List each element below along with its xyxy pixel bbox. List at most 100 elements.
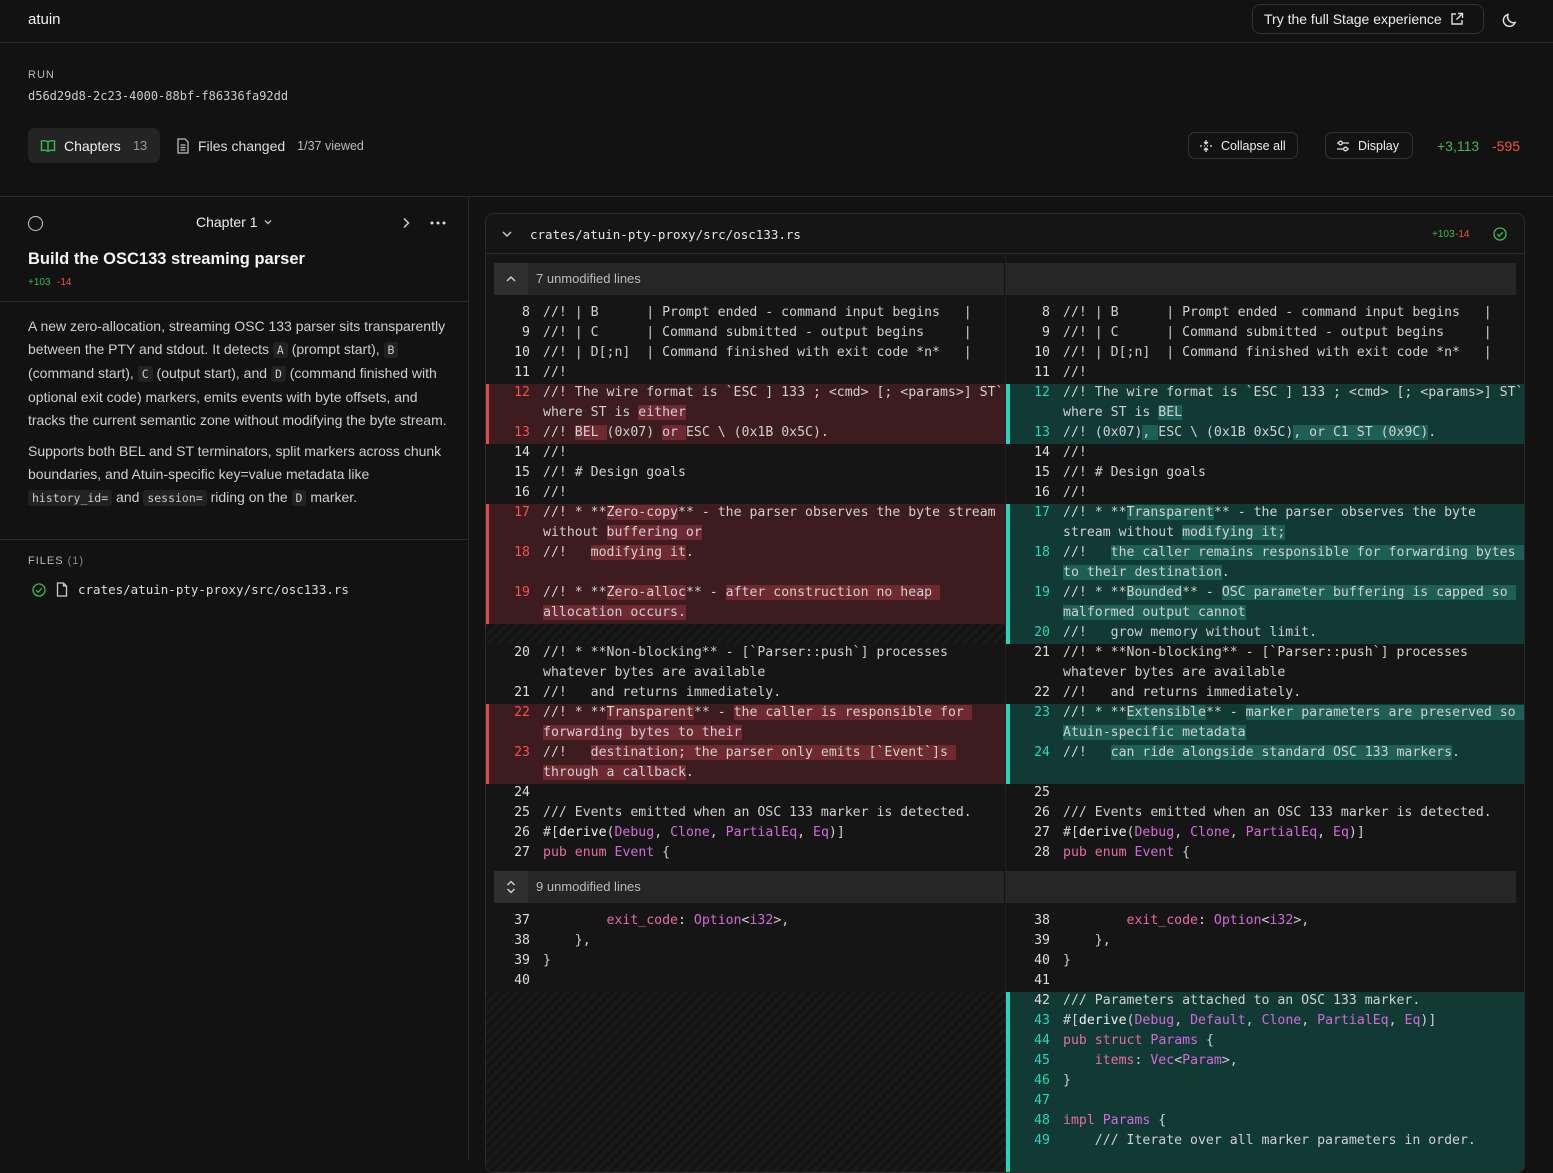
diff-line-right: 46}: [1006, 1071, 1524, 1091]
line-number: 14: [514, 445, 530, 460]
line-number: 23: [1034, 705, 1050, 720]
line-number: 16: [1034, 485, 1050, 500]
description-paragraph: A new zero-allocation, streaming OSC 133…: [28, 318, 447, 428]
line-number: 17: [1034, 505, 1050, 520]
chapter-status-circle-icon[interactable]: [28, 216, 43, 231]
tab-files-label: Files changed: [198, 137, 286, 154]
expand-up-button[interactable]: [494, 263, 528, 295]
tab-chapters[interactable]: Chapters 13: [28, 128, 160, 163]
line-number: 11: [514, 365, 530, 380]
line-number: 38: [514, 933, 530, 948]
diff-file-header[interactable]: crates/atuin-pty-proxy/src/osc133.rs +10…: [486, 214, 1524, 254]
diff-line-left: allocation occurs.: [486, 603, 1005, 623]
line-number: 15: [1034, 465, 1050, 480]
try-stage-label: Try the full Stage experience: [1264, 11, 1442, 27]
diff-line-right: 39 },: [1006, 931, 1524, 951]
code-text: //! * **Non-blocking** - [`Parser::push`…: [1063, 645, 1468, 660]
chapter-deletions: -14: [57, 277, 72, 288]
empty-line-filler: [486, 624, 1005, 644]
viewed-check-icon[interactable]: [1493, 227, 1507, 241]
external-link-icon: [1450, 12, 1463, 25]
code-text: #[derive(Debug, Default, Clone, PartialE…: [1063, 1013, 1437, 1028]
line-number: 16: [514, 485, 530, 500]
diff-line-right: where ST is BEL: [1006, 403, 1524, 423]
line-number: 24: [514, 785, 530, 800]
display-label: Display: [1358, 138, 1399, 153]
diff-line-left: 38 },: [486, 931, 1005, 951]
code-text: }: [1063, 1073, 1071, 1088]
code-text: //! * **Non-blocking** - [`Parser::push`…: [543, 645, 948, 660]
line-number: 14: [1034, 445, 1050, 460]
line-number: 49: [1034, 1133, 1050, 1148]
code-text: //! grow memory without limit.: [1063, 625, 1318, 640]
total-deletions: -595: [1492, 138, 1521, 154]
run-label: RUN: [28, 69, 55, 81]
code-text: //!: [543, 485, 567, 500]
unmodified-lines-fold-right: [1006, 263, 1516, 295]
chevron-down-icon[interactable]: [501, 228, 513, 240]
diff-line-left: 22 //! * **Transparent** - the caller is …: [486, 703, 1005, 723]
line-number: 23: [514, 745, 530, 760]
diff-line-left: 23 //! destination; the parser only emits…: [486, 743, 1005, 763]
code-text: //! The wire format is `ESC ] 133 ; <cmd…: [1063, 385, 1524, 400]
line-number: 10: [514, 345, 530, 360]
code-text: where ST is either: [543, 405, 686, 420]
line-number: 8: [1042, 305, 1050, 320]
diff-line-right: 27 #[derive(Debug, Clone, PartialEq, Eq)]: [1006, 823, 1524, 843]
line-number: 13: [514, 425, 530, 440]
collapse-all-button[interactable]: Collapse all: [1188, 132, 1298, 159]
brand-logo[interactable]: atuin: [28, 11, 61, 28]
diff-line-right: 49 /// Iterate over all marker parameter…: [1006, 1131, 1524, 1151]
diff-line-left: 13 //! BEL (0x07) or ESC \ (0x1B 0x5C).: [486, 423, 1005, 443]
chapter-selector[interactable]: Chapter 1: [196, 214, 273, 230]
chevron-right-icon[interactable]: [399, 216, 413, 230]
chapter-additions: +103: [28, 277, 51, 288]
chapter-title: Build the OSC133 streaming parser: [28, 250, 305, 268]
collapse-icon: [1200, 139, 1212, 152]
line-number: 40: [1034, 953, 1050, 968]
diff-line-right: 9 //! | C | Command submitted - output be…: [1006, 323, 1524, 343]
try-stage-button[interactable]: Try the full Stage experience: [1252, 4, 1484, 34]
expand-button[interactable]: [494, 871, 528, 903]
diff-line-left: 12 //! The wire format is `ESC ] 133 ; <c…: [486, 383, 1005, 403]
diff-line-right: 17 //! * **Transparent** - the parser obs…: [1006, 503, 1524, 523]
code-text: //!: [1063, 445, 1087, 460]
tab-chapters-count: 13: [132, 138, 148, 153]
code-text: //! | D[;n] | Command finished with exit…: [1063, 345, 1492, 360]
diff-line-right: 48 impl Params {: [1006, 1111, 1524, 1131]
diff-line-right: 23 //! * **Extensible** - marker paramete…: [1006, 703, 1524, 723]
display-button[interactable]: Display: [1325, 132, 1413, 159]
code-text: pub enum Event {: [543, 845, 671, 860]
diff-line-left: 20 //! * **Non-blocking** - [`Parser::pus…: [486, 643, 1005, 663]
unmodified-lines-fold[interactable]: 9 unmodified lines: [494, 871, 1004, 903]
code-text: #[derive(Debug, Clone, PartialEq, Eq)]: [543, 825, 845, 840]
diff-line-right: 26 /// Events emitted when an OSC 133 mar…: [1006, 803, 1524, 823]
code-text: //! can ride alongside standard OSC 133 …: [1063, 745, 1460, 760]
line-number: 26: [514, 825, 530, 840]
diff-line-left: 11 //!: [486, 363, 1005, 383]
diff-line-left: 26 #[derive(Debug, Clone, PartialEq, Eq)]: [486, 823, 1005, 843]
diff-line-right: 10 //! | D[;n] | Command finished with ex…: [1006, 343, 1524, 363]
theme-toggle-moon-icon[interactable]: [1500, 10, 1520, 30]
code-text: pub enum Event {: [1063, 845, 1191, 860]
code-text: pub struct Params {: [1063, 1033, 1214, 1048]
diff-line-right: 41: [1006, 971, 1524, 991]
code-text: //! The wire format is `ESC ] 133 ; <cmd…: [543, 385, 1004, 400]
code-text: #[derive(Debug, Clone, PartialEq, Eq)]: [1063, 825, 1365, 840]
code-text: exit_code: Option<i32>,: [1126, 913, 1310, 928]
code-text: //! | C | Command submitted - output beg…: [543, 325, 972, 340]
file-list-item[interactable]: crates/atuin-pty-proxy/src/osc133.rs: [32, 582, 349, 597]
unmodified-lines-fold[interactable]: 7 unmodified lines: [494, 263, 1004, 295]
diff-file-additions: +103: [1432, 229, 1455, 240]
tab-files-changed[interactable]: Files changed 1/37 viewed: [176, 128, 364, 163]
code-text: }: [1063, 953, 1071, 968]
code-text: //! # Design goals: [543, 465, 686, 480]
more-options-icon[interactable]: [429, 216, 447, 230]
line-number: 20: [514, 645, 530, 660]
expand-vertical-icon: [506, 880, 516, 894]
line-number: 12: [1034, 385, 1050, 400]
diff-line-right: 40}: [1006, 951, 1524, 971]
diff-panel: crates/atuin-pty-proxy/src/osc133.rs +10…: [485, 213, 1525, 1173]
code-text: Atuin-specific metadata: [1063, 725, 1246, 740]
diff-line-right: 28 pub enum Event {: [1006, 843, 1524, 863]
